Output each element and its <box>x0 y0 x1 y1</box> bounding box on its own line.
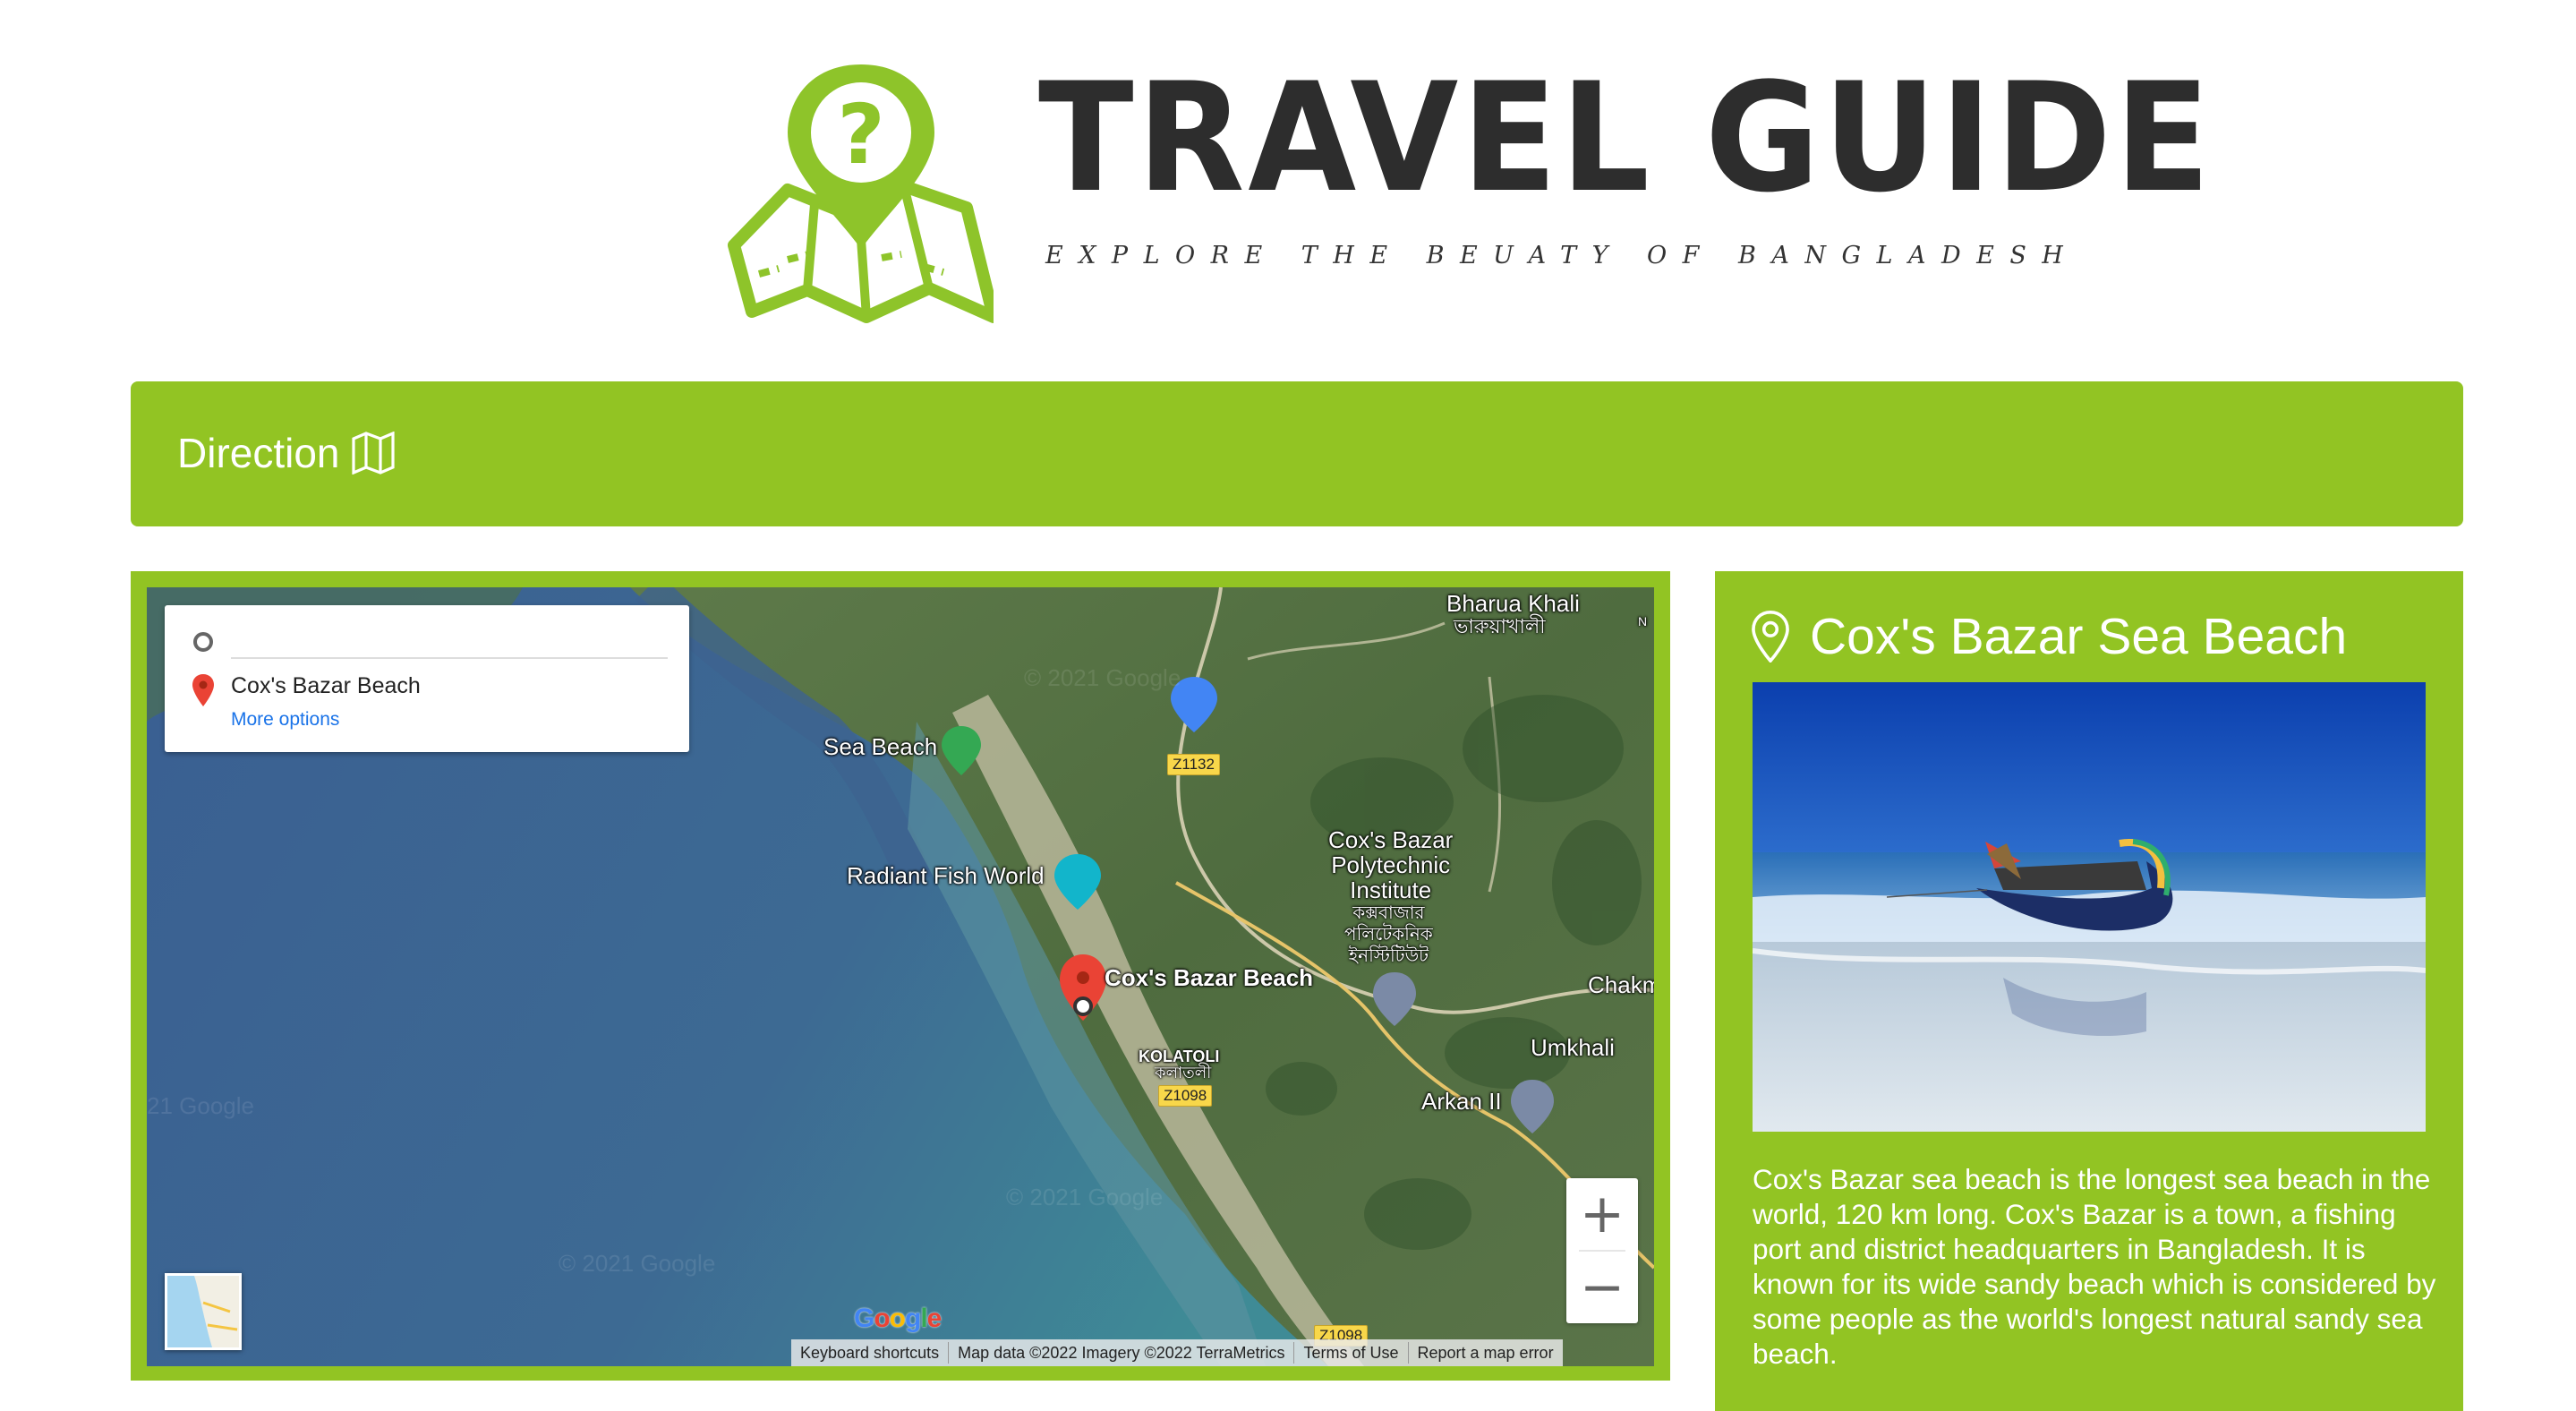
brand-tagline: EXPLORE THE BEUATY OF BANGLADESH <box>1045 242 2079 269</box>
google-map[interactable]: Bharua Khali ভারুয়াখালী N Sea Beach Rad… <box>147 587 1654 1366</box>
map-attribution-bar: Keyboard shortcuts Map data ©2022 Imager… <box>791 1339 1563 1366</box>
place-label-polytechnic[interactable]: Cox's Bazar Polytechnic Institute <box>1328 827 1453 902</box>
direction-heading: Direction <box>177 426 396 480</box>
direction-header-bar: Direction <box>131 381 2463 526</box>
map-thumbnail-icon <box>167 1276 239 1347</box>
road-badge-z1098: Z1098 <box>1158 1085 1213 1107</box>
origin-input[interactable] <box>231 623 668 659</box>
place-label-kolatoli-bn: কলাতলী <box>1155 1064 1212 1082</box>
zoom-control: + − <box>1566 1178 1638 1323</box>
map-icon <box>351 432 395 475</box>
place-label-sea-beach[interactable]: Sea Beach <box>823 734 937 759</box>
place-label-umkhali: Umkhali <box>1531 1034 1615 1061</box>
place-heading: Cox's Bazar Sea Beach <box>1751 605 2347 668</box>
map-watermark: © 2021 Google <box>1024 664 1181 691</box>
place-description: Cox's Bazar sea beach is the longest sea… <box>1753 1163 2436 1370</box>
boat-on-beach-photo <box>1753 682 2426 1132</box>
map-layer-toggle[interactable] <box>165 1273 242 1350</box>
zoom-out-button[interactable]: − <box>1566 1252 1638 1323</box>
map-watermark: © 2021 Google <box>1006 1184 1164 1210</box>
map-watermark: 21 Google <box>147 1092 254 1119</box>
place-label-north-edge: N <box>1638 614 1648 629</box>
place-label-bharua-khali-bn: ভারুয়াখালী <box>1454 615 1546 637</box>
google-logo: Google <box>854 1304 942 1333</box>
place-title: Cox's Bazar Sea Beach <box>1810 608 2348 665</box>
direction-title-text: Direction <box>177 430 340 476</box>
place-label-coxs-bazar-beach[interactable]: Cox's Bazar Beach <box>1105 965 1313 990</box>
report-map-error-link[interactable]: Report a map error <box>1407 1342 1563 1364</box>
place-label-bharua-khali: Bharua Khali <box>1446 590 1580 617</box>
brand-title: TRAVEL GUIDE <box>1038 50 2214 226</box>
svg-text:?: ? <box>837 87 884 183</box>
keyboard-shortcuts-link[interactable]: Keyboard shortcuts <box>791 1342 948 1364</box>
location-pin-outline-icon <box>1752 611 1789 663</box>
directions-card: Cox's Bazar Beach More options <box>165 605 689 752</box>
origin-circle-icon <box>193 632 213 652</box>
terms-of-use-link[interactable]: Terms of Use <box>1293 1342 1407 1364</box>
more-options-link[interactable]: More options <box>231 709 339 731</box>
place-label-chakm: Chakm <box>1588 971 1654 998</box>
place-label-arkan-ii[interactable]: Arkan II <box>1421 1089 1502 1114</box>
road-badge-z1132: Z1132 <box>1167 754 1220 775</box>
place-info-panel: Cox's Bazar Sea Beach Cox's Bazar sea be… <box>1715 571 2463 1411</box>
map-watermark: © 2021 Google <box>559 1250 716 1277</box>
zoom-in-button[interactable]: + <box>1566 1178 1638 1250</box>
place-label-polytechnic-bn: কক্সবাজার পলিটেকনিক ইনস্টিটিউট <box>1344 903 1433 966</box>
destination-value[interactable]: Cox's Bazar Beach <box>231 673 421 699</box>
place-label-radiant-fish-world[interactable]: Radiant Fish World <box>847 863 1045 888</box>
map-data-credit: Map data ©2022 Imagery ©2022 TerraMetric… <box>948 1342 1293 1364</box>
map-frame: Bharua Khali ভারুয়াখালী N Sea Beach Rad… <box>131 571 1670 1381</box>
map-question-pin-icon: ? <box>728 64 994 323</box>
destination-pin-icon <box>192 674 214 706</box>
